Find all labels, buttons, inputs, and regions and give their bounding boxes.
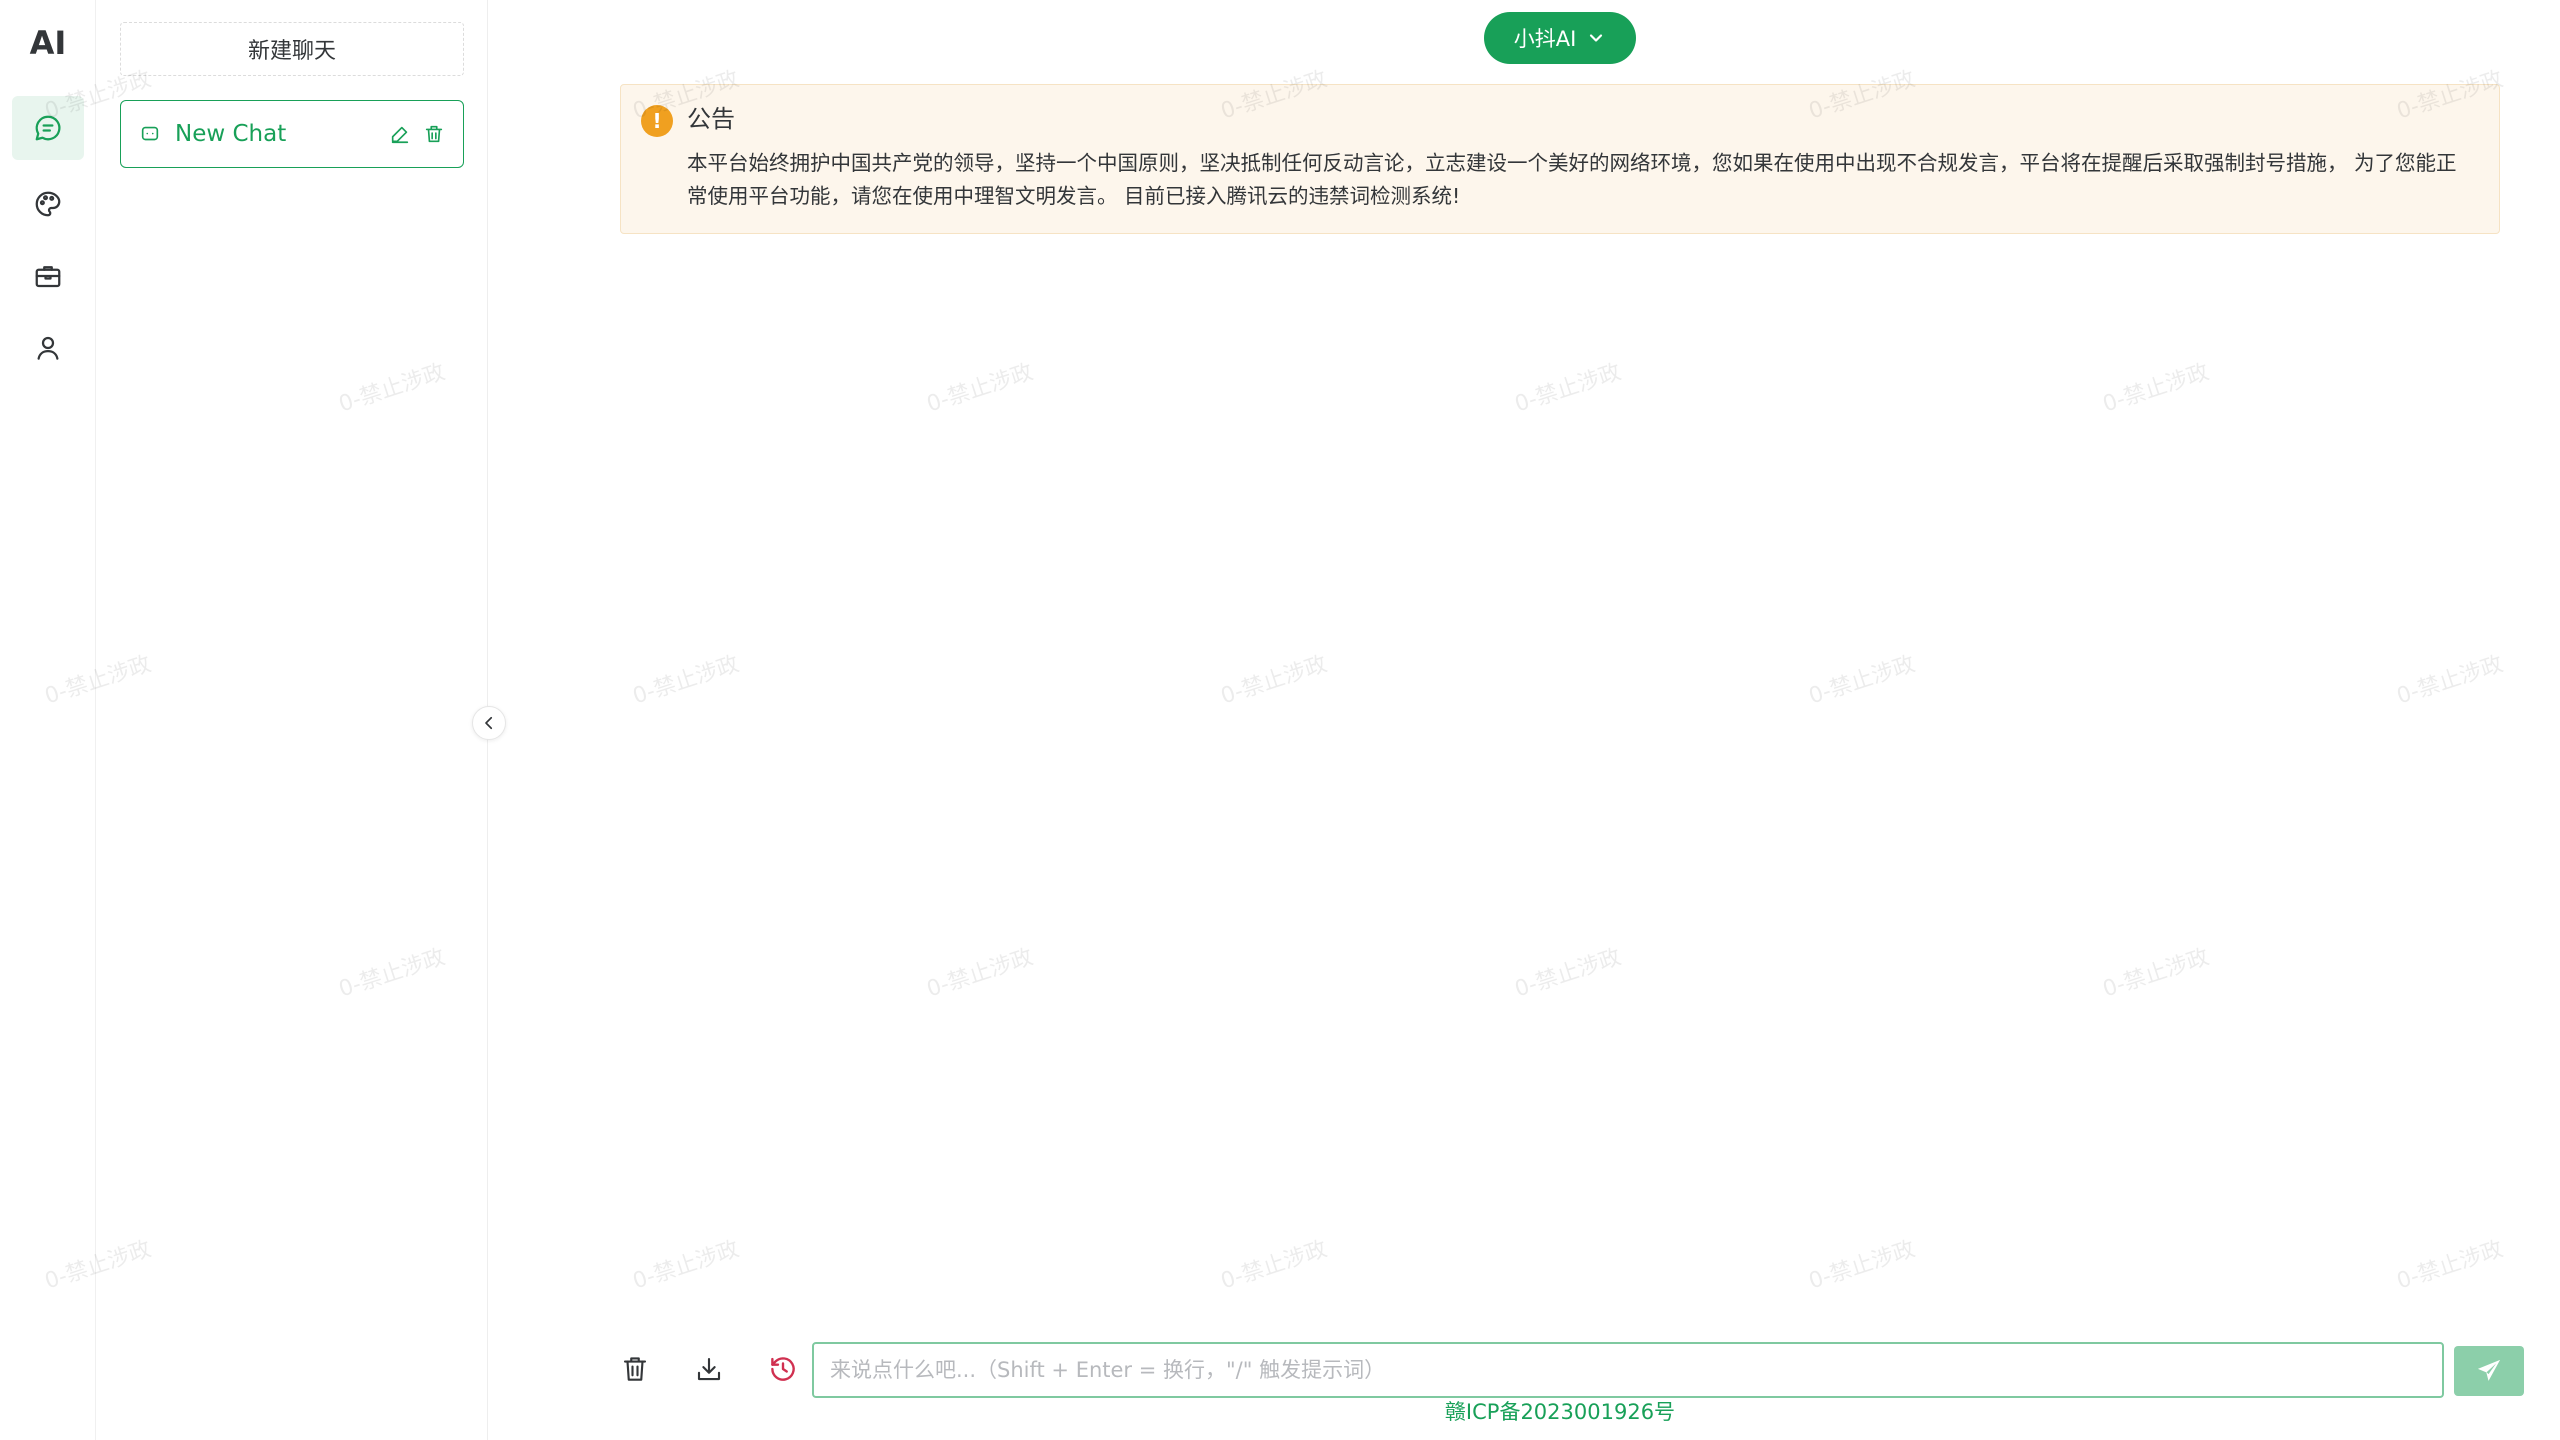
edit-icon[interactable] — [389, 123, 411, 145]
watermark-text: 0-禁止涉政 — [2393, 1236, 2507, 1295]
collapse-sidebar-button[interactable] — [472, 706, 506, 740]
session-item[interactable]: New Chat — [120, 100, 464, 168]
rail-item-store[interactable] — [12, 244, 84, 308]
notice-body: 本平台始终拥护中国共产党的领导，坚持一个中国原则，坚决抵制任何反动言论，立志建设… — [687, 151, 2457, 208]
watermark-text: 0-禁止涉政 — [2099, 359, 2213, 418]
watermark-text: 0-禁止涉政 — [923, 944, 1037, 1003]
watermark-text: 0-禁止涉政 — [1217, 651, 1331, 710]
watermark-text: 0-禁止涉政 — [629, 1236, 743, 1295]
watermark-text: 0-禁止涉政 — [1805, 651, 1919, 710]
history-context-button[interactable] — [760, 1346, 806, 1392]
warning-icon: ! — [641, 105, 673, 137]
notice-title: 公告 — [687, 105, 735, 133]
watermark-text: 0-禁止涉政 — [1217, 1236, 1331, 1295]
watermark-text: 0-禁止涉政 — [1511, 944, 1625, 1003]
history-icon — [771, 1357, 795, 1381]
app-root: AI 新建聊天 New Chat 小抖AI ! 公告 本平台始终拥护中国共产党的… — [0, 0, 2560, 1440]
chevron-left-icon — [485, 716, 493, 730]
trash-icon — [623, 1357, 647, 1381]
send-button[interactable] — [2454, 1346, 2524, 1396]
watermark-text: 0-禁止涉政 — [923, 359, 1037, 418]
chat-bubble-icon — [141, 126, 159, 141]
send-icon — [2477, 1359, 2501, 1381]
chat-input[interactable] — [812, 1342, 2444, 1398]
download-icon — [697, 1357, 721, 1381]
watermark-text: 0-禁止涉政 — [1805, 1236, 1919, 1295]
icp-link[interactable]: 赣ICP备2023001926号 — [1360, 1396, 1760, 1426]
notice-banner: ! 公告 本平台始终拥护中国共产党的领导，坚持一个中国原则，坚决抵制任何反动言论… — [620, 84, 2500, 234]
rail-item-draw[interactable] — [12, 172, 84, 236]
session-sidebar: 新建聊天 New Chat — [96, 0, 488, 1440]
app-logo: AI — [29, 24, 67, 62]
rail-item-chat[interactable] — [12, 96, 84, 160]
clear-chat-button[interactable] — [612, 1346, 658, 1392]
watermark-text: 0-禁止涉政 — [2393, 651, 2507, 710]
chevron-down-icon — [1590, 34, 1603, 42]
session-title: New Chat — [175, 121, 287, 147]
new-chat-button[interactable]: 新建聊天 — [120, 22, 464, 76]
toolbox-icon — [35, 266, 61, 288]
chat-icon — [35, 115, 61, 141]
download-button[interactable] — [686, 1346, 732, 1392]
model-label: 小抖AI — [1513, 27, 1577, 51]
watermark-text: 0-禁止涉政 — [629, 651, 743, 710]
watermark-text: 0-禁止涉政 — [2099, 944, 2213, 1003]
delete-icon[interactable] — [423, 123, 445, 145]
watermark-text: 0-禁止涉政 — [1511, 359, 1625, 418]
palette-icon — [35, 191, 61, 217]
rail-item-user[interactable] — [12, 316, 84, 380]
icon-rail: AI — [0, 0, 96, 1440]
model-selector[interactable]: 小抖AI — [1484, 12, 1636, 64]
user-icon — [37, 336, 59, 360]
